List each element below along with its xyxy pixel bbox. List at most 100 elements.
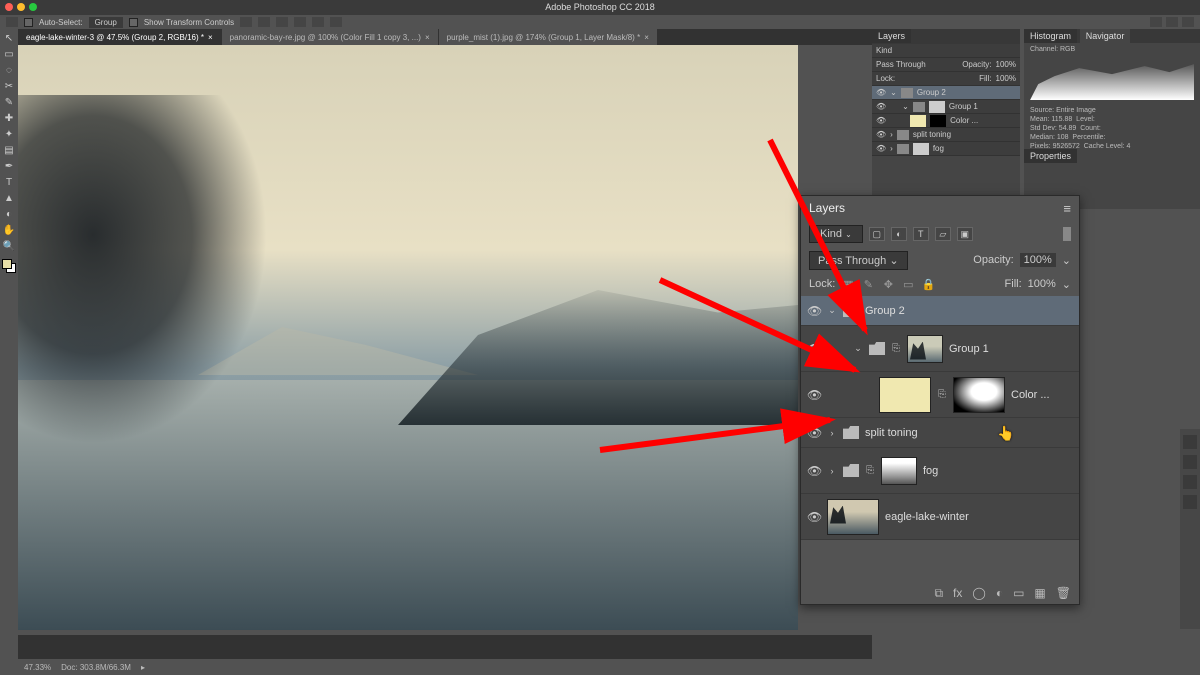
panel-icon[interactable] — [1183, 435, 1197, 449]
close-icon[interactable] — [5, 3, 13, 11]
lasso-tool[interactable]: ◌ — [1, 63, 17, 78]
filter-toggle[interactable] — [1063, 227, 1071, 241]
eyedropper-tool[interactable]: ✎ — [1, 95, 17, 110]
annotation-arrow — [590, 400, 850, 473]
document-tab[interactable]: eagle-lake-winter-3 @ 47.5% (Group 2, RG… — [18, 29, 222, 45]
histogram-chart — [1030, 60, 1194, 100]
layer-name[interactable]: fog — [923, 465, 938, 477]
adjustment-thumb[interactable] — [879, 377, 931, 413]
close-icon[interactable]: × — [208, 33, 213, 42]
show-transform-checkbox[interactable] — [129, 18, 138, 27]
navigator-tab[interactable]: Navigator — [1080, 29, 1131, 43]
move-tool[interactable]: ↖ — [1, 31, 17, 46]
layers-tab[interactable]: Layers — [872, 29, 911, 43]
layer-mask-thumb[interactable] — [881, 457, 917, 485]
pen-tool[interactable]: ▲ — [1, 191, 17, 206]
chevron-down-icon[interactable]: ⌄ — [1062, 254, 1071, 267]
distribute-icon[interactable] — [312, 17, 324, 27]
color-swatches[interactable] — [2, 259, 16, 273]
panel-menu-icon[interactable]: ≡ — [1063, 201, 1071, 216]
close-icon[interactable]: × — [425, 33, 430, 42]
link-icon[interactable]: ⎘ — [865, 465, 875, 476]
chevron-right-icon[interactable]: ▸ — [141, 663, 145, 672]
tool-palette: ↖ ▭ ◌ ✂ ✎ ✚ ✦ ▤ ✒ T ▲ ◐ ✋ 🔍 — [0, 29, 18, 675]
adjustment-icon[interactable]: ◐ — [996, 586, 1003, 600]
properties-tab[interactable]: Properties — [1024, 149, 1077, 163]
align-icon[interactable] — [276, 17, 288, 27]
layers-footer: ⧉ fx ◯ ◐ ▭ ▦ 🗑 — [801, 582, 1079, 604]
link-icon[interactable]: ⎘ — [891, 343, 901, 354]
link-icon[interactable]: ⎘ — [937, 389, 947, 400]
window-controls[interactable] — [5, 3, 37, 11]
type-tool[interactable]: T — [1, 175, 17, 190]
align-icon[interactable] — [240, 17, 252, 27]
app-title-bar: Adobe Photoshop CC 2018 — [0, 0, 1200, 15]
marquee-tool[interactable]: ▭ — [1, 47, 17, 62]
document-tab[interactable]: panoramic-bay-re.jpg @ 100% (Color Fill … — [222, 29, 439, 45]
status-bar: 47.33% Doc: 303.8M/66.3M ▸ — [18, 659, 872, 675]
layer-thumb[interactable] — [827, 499, 879, 535]
distribute-icon[interactable] — [294, 17, 306, 27]
layer-name[interactable]: split toning — [865, 427, 918, 439]
opacity-label: Opacity: — [973, 254, 1013, 266]
fill-label: Fill: — [1005, 278, 1022, 290]
crop-tool[interactable]: ✂ — [1, 79, 17, 94]
new-layer-icon[interactable]: ▦ — [1034, 586, 1045, 600]
layer-name[interactable]: Color ... — [1011, 389, 1050, 401]
filter-shape-icon[interactable]: ▱ — [935, 227, 951, 241]
zoom-icon[interactable] — [29, 3, 37, 11]
shape-tool[interactable]: ◐ — [1, 207, 17, 222]
filter-adjust-icon[interactable]: ◐ — [891, 227, 907, 241]
share-icon[interactable] — [1182, 17, 1194, 27]
show-transform-label: Show Transform Controls — [144, 18, 234, 27]
heal-tool[interactable]: ✚ — [1, 111, 17, 126]
lock-position-icon[interactable]: ✥ — [881, 277, 895, 291]
eraser-tool[interactable]: ✒ — [1, 159, 17, 174]
app-title: Adobe Photoshop CC 2018 — [545, 2, 655, 12]
move-tool-icon — [6, 17, 18, 27]
fill-value[interactable]: 100% — [1028, 278, 1056, 290]
fx-icon[interactable]: fx — [953, 586, 962, 600]
zoom-tool[interactable]: 🔍 — [1, 239, 17, 254]
layer-name[interactable]: eagle-lake-winter — [885, 511, 969, 523]
3d-mode-icon[interactable] — [330, 17, 342, 27]
layer-name[interactable]: Group 1 — [949, 343, 989, 355]
layer-row[interactable]: 👁 eagle-lake-winter — [801, 494, 1079, 540]
stamp-tool[interactable]: ▤ — [1, 143, 17, 158]
annotation-arrow — [600, 270, 880, 403]
foreground-color[interactable] — [2, 259, 12, 269]
auto-select-label: Auto-Select: — [39, 18, 83, 27]
lock-all-icon[interactable]: 🔒 — [921, 277, 935, 291]
hand-tool[interactable]: ✋ — [1, 223, 17, 238]
histogram-panel[interactable]: Histogram Navigator Channel: RGB Source:… — [1024, 29, 1200, 149]
cursor-icon: 👆 — [997, 425, 1014, 442]
trash-icon[interactable]: 🗑 — [1056, 586, 1071, 600]
document-tab[interactable]: purple_mist (1).jpg @ 174% (Group 1, Lay… — [439, 29, 658, 45]
mask-icon[interactable]: ◯ — [972, 586, 985, 600]
group-icon[interactable]: ▭ — [1013, 586, 1024, 600]
link-layers-icon[interactable]: ⧉ — [934, 586, 943, 601]
filter-smart-icon[interactable]: ▣ — [957, 227, 973, 241]
visibility-icon[interactable]: 👁 — [807, 510, 821, 524]
chevron-down-icon[interactable]: ⌄ — [1062, 278, 1071, 291]
layer-mask-thumb[interactable] — [907, 335, 943, 363]
minimize-icon[interactable] — [17, 3, 25, 11]
auto-select-mode[interactable]: Group — [89, 17, 123, 28]
opacity-value[interactable]: 100% — [1020, 253, 1056, 267]
zoom-level[interactable]: 47.33% — [24, 663, 51, 672]
auto-select-checkbox[interactable] — [24, 18, 33, 27]
panel-icon[interactable] — [1183, 495, 1197, 509]
close-icon[interactable]: × — [644, 33, 649, 42]
layer-mask-thumb[interactable] — [953, 377, 1005, 413]
collapsed-panel-rail[interactable] — [1180, 429, 1200, 629]
histogram-tab[interactable]: Histogram — [1024, 29, 1077, 43]
filter-type-icon[interactable]: T — [913, 227, 929, 241]
align-icon[interactable] — [258, 17, 270, 27]
lock-artboard-icon[interactable]: ▭ — [901, 277, 915, 291]
workspace-icon[interactable] — [1166, 17, 1178, 27]
panel-icon[interactable] — [1183, 475, 1197, 489]
doc-info[interactable]: Doc: 303.8M/66.3M — [61, 663, 131, 672]
panel-icon[interactable] — [1183, 455, 1197, 469]
search-icon[interactable] — [1150, 17, 1162, 27]
brush-tool[interactable]: ✦ — [1, 127, 17, 142]
